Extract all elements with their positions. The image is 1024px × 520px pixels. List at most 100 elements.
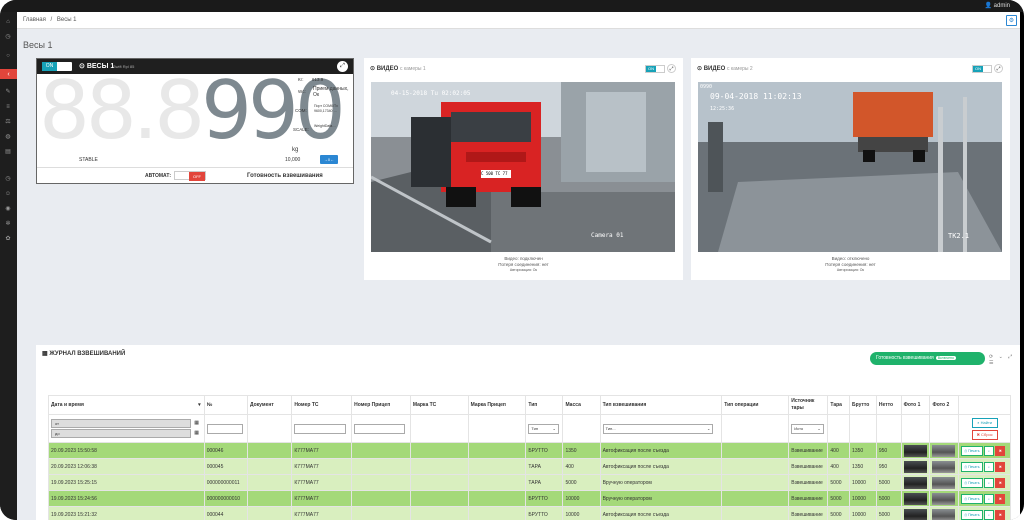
print-button[interactable]: ⎙ Печать — [961, 509, 983, 520]
clock-icon[interactable]: ◷ — [4, 33, 12, 40]
table-row[interactable]: 20.09.2023 12:06:38 000045 К777МА77 ТАРА 400… — [48, 458, 1011, 475]
col-trailer[interactable]: Номер Прицеп — [351, 395, 411, 415]
gear-icon[interactable]: ✿ — [4, 235, 12, 242]
weigh-type-filter-select[interactable]: Тип... ⌄ — [602, 423, 714, 434]
cell-photo1 — [900, 442, 931, 459]
trailer-filter-input[interactable] — [354, 423, 406, 434]
photo-thumbnail[interactable] — [903, 492, 927, 505]
circle-icon[interactable]: ○ — [4, 52, 12, 59]
search-icon[interactable]: ⌕ — [983, 509, 994, 520]
list-icon[interactable]: ▤ — [4, 148, 12, 155]
print-button[interactable]: ⎙ Печать — [961, 477, 983, 488]
col-datetime[interactable]: Дата и время ▾ — [48, 395, 205, 415]
cell-net: 950 — [875, 458, 902, 475]
print-button[interactable]: ⎙ Печать — [961, 461, 983, 472]
print-button[interactable]: ⎙ Печать — [961, 493, 983, 504]
plate-filter-input[interactable] — [294, 423, 347, 434]
delete-button[interactable]: ✖ — [995, 445, 1006, 456]
date-from-input[interactable]: от ▦ — [51, 419, 199, 428]
auto-toggle[interactable]: OFF — [174, 171, 206, 181]
camera-2-video[interactable]: 0990 09-04-2018 11:02:13 12:25:36 TK2.1 — [698, 82, 1002, 252]
col-type[interactable]: Тип — [525, 395, 564, 415]
date-to-input[interactable]: до ▦ — [51, 429, 199, 438]
col-weigh-type[interactable]: Тип взвешивания — [599, 395, 723, 415]
table-row[interactable]: 20.09.2023 15:50:58 000046 К777МА77 БРУТТО 1… — [48, 442, 1011, 459]
print-button[interactable]: ⎙ Печать — [961, 445, 983, 456]
photo-thumbnail[interactable] — [932, 444, 956, 457]
source-filter-select[interactable]: Исто ⌄ — [791, 423, 824, 434]
chevron-down-icon: ⌄ — [552, 425, 556, 431]
delete-button[interactable]: ✖ — [995, 493, 1006, 504]
number-filter-input[interactable] — [206, 423, 244, 434]
camera-1-video[interactable]: 04-15-2018 Tu 02:02:05 С 500 ТС 77 Camer… — [371, 82, 675, 252]
ready-indicator[interactable]: Готовность взвешивания Включено — [870, 352, 985, 365]
collapse-sidebar-button[interactable]: ‹ — [0, 69, 17, 79]
history-icon[interactable]: ◷ — [4, 175, 12, 182]
cell-trailer-brand — [467, 506, 527, 520]
select-value: Тип — [531, 425, 539, 431]
delete-button[interactable]: ✖ — [995, 477, 1006, 488]
cell-actions: ⎙ Печать ⌕ ✖ — [958, 490, 1011, 507]
table-row[interactable]: 19.09.2023 15:25:15 000000000011 К777МА77 Т… — [48, 474, 1011, 491]
user-menu[interactable]: 👤 admin — [985, 2, 1010, 9]
table-row[interactable]: 19.09.2023 15:21:32 000044 К777МА77 БРУТТО 1… — [48, 506, 1011, 520]
col-plate[interactable]: Номер ТС — [291, 395, 353, 415]
delete-button[interactable]: ✖ — [995, 461, 1006, 472]
select-value: Тип... — [605, 425, 616, 431]
expand-icon[interactable]: ⤢ — [667, 64, 676, 73]
col-document[interactable]: Документ — [246, 395, 293, 415]
col-number[interactable]: № — [203, 395, 248, 415]
col-tare-source[interactable]: Источник тары — [788, 395, 829, 415]
user-icon[interactable]: ☺ — [4, 190, 12, 197]
find-label: Найти — [980, 419, 993, 425]
photo-thumbnail[interactable] — [932, 492, 956, 505]
col-brand[interactable]: Марка ТС — [409, 395, 469, 415]
search-icon[interactable]: ⌕ — [983, 445, 994, 456]
delete-button[interactable]: ✖ — [995, 509, 1006, 520]
find-button[interactable]: ⌕ Найти — [971, 417, 998, 428]
camera-2-toggle[interactable]: ON — [972, 65, 992, 73]
col-gross[interactable]: Брутто — [849, 395, 877, 415]
breadcrumb-home[interactable]: Главная — [23, 17, 46, 23]
cell-tare: 5000 — [827, 474, 851, 491]
reset-button[interactable]: ✖ Сброс — [971, 429, 998, 440]
search-icon[interactable]: ⌕ — [983, 461, 994, 472]
breadcrumb-current: Весы 1 — [56, 17, 77, 23]
camera-icon[interactable]: ◉ — [4, 205, 12, 212]
toggle-off-label: OFF — [189, 172, 205, 181]
col-mass[interactable]: Масса — [562, 395, 601, 415]
col-tare[interactable]: Тара — [827, 395, 851, 415]
cell-datetime: 20.09.2023 12:06:38 — [48, 458, 205, 475]
photo-thumbnail[interactable] — [932, 508, 956, 520]
journal-tools[interactable]: ⟳ ⌄ ⤢ ☰ — [989, 354, 1020, 366]
expand-icon[interactable]: ⤢ — [994, 64, 1003, 73]
settings-icon[interactable]: ✲ — [4, 220, 12, 227]
cell-trailer-brand — [467, 474, 527, 491]
table-row[interactable]: 19.09.2023 15:24:56 000000000010 К777МА77 Б… — [48, 490, 1011, 507]
search-icon[interactable]: ⌕ — [983, 477, 994, 488]
globe-icon[interactable]: ◍ — [4, 133, 12, 140]
type-filter-select[interactable]: Тип ⌄ — [528, 423, 559, 434]
license-plate: С 500 ТС 77 — [481, 171, 508, 176]
page-settings-button[interactable]: ⚙ — [1006, 15, 1017, 26]
wrench-icon[interactable]: ✎ — [4, 88, 12, 95]
zero-button[interactable]: →0← — [320, 155, 338, 164]
camera-1-toggle[interactable]: ON — [645, 65, 665, 73]
photo-thumbnail[interactable] — [932, 460, 956, 473]
scale-icon[interactable]: ⚖ — [4, 118, 12, 125]
search-icon[interactable]: ⌕ — [983, 493, 994, 504]
calendar-icon[interactable]: ▦ — [194, 430, 199, 437]
photo-thumbnail[interactable] — [932, 476, 956, 489]
photo-thumbnail[interactable] — [903, 444, 927, 457]
photo-thumbnail[interactable] — [903, 508, 927, 520]
cell-source: Взвешивание — [788, 474, 829, 491]
home-icon[interactable]: ⌂ — [4, 18, 12, 25]
photo-thumbnail[interactable] — [903, 476, 927, 489]
col-net[interactable]: Нетто — [875, 395, 902, 415]
info-label: Wc: — [298, 89, 306, 94]
photo-thumbnail[interactable] — [903, 460, 927, 473]
col-trailer-brand[interactable]: Марка Прицеп — [467, 395, 527, 415]
calendar-icon[interactable]: ▦ — [194, 420, 199, 427]
col-operation[interactable]: Тип операции — [721, 395, 790, 415]
database-icon[interactable]: ≡ — [4, 103, 12, 110]
